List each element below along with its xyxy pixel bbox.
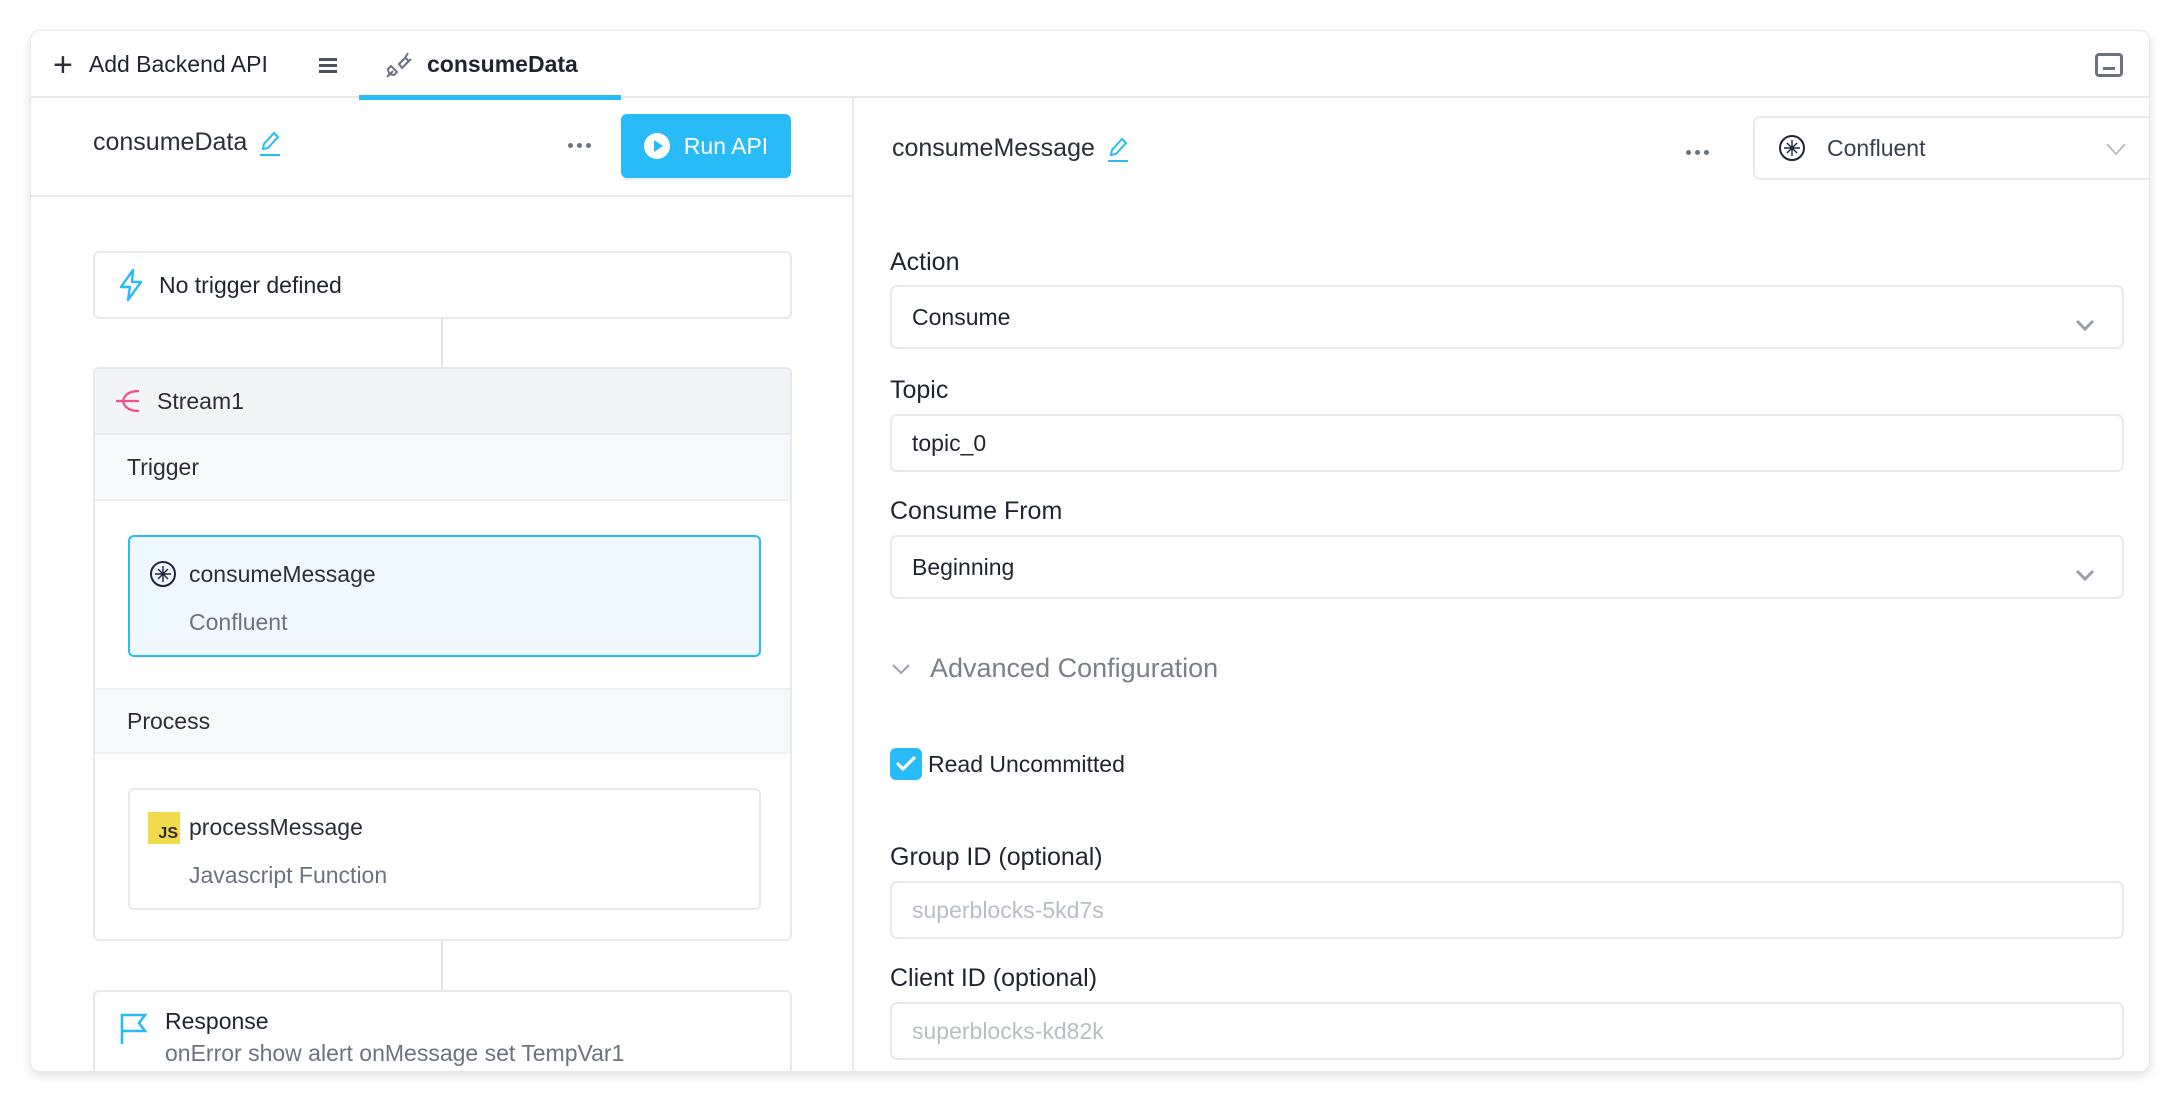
step-title: consumeMessage: [892, 134, 1131, 163]
javascript-icon: JS: [148, 812, 180, 844]
edit-name-icon[interactable]: [257, 129, 283, 157]
flow-connector: [441, 941, 443, 990]
action-label: Action: [890, 248, 960, 276]
client-id-input[interactable]: superblocks-kd82k: [890, 1002, 2124, 1060]
tab-label: consumeData: [427, 51, 578, 77]
checkmark-icon: [896, 756, 916, 771]
action-select[interactable]: Consume: [890, 285, 2124, 349]
client-id-label: Client ID (optional): [890, 964, 1098, 992]
more-options-button[interactable]: [568, 143, 591, 148]
topic-value: topic_0: [912, 429, 987, 456]
step-config-panel: consumeMessage Confluent Action Consume …: [856, 98, 2149, 1071]
lightning-icon: [117, 268, 145, 302]
read-uncommitted-row: Read Uncommitted: [890, 748, 1125, 780]
group-id-input[interactable]: superblocks-5kd7s: [890, 881, 2124, 939]
api-header: consumeData Run API: [31, 98, 852, 197]
read-uncommitted-checkbox[interactable]: [890, 748, 922, 780]
run-api-label: Run API: [683, 132, 769, 159]
advanced-configuration-toggle[interactable]: Advanced Configuration: [890, 653, 1218, 684]
minimize-panel-icon[interactable]: [2095, 53, 2123, 77]
step-type: Confluent: [189, 609, 288, 635]
response-block[interactable]: Response onError show alert onMessage se…: [93, 990, 792, 1071]
group-id-placeholder: superblocks-5kd7s: [912, 896, 1104, 923]
plug-icon: [383, 50, 413, 80]
play-icon: [643, 133, 670, 159]
stream-icon: [113, 386, 143, 416]
run-api-button[interactable]: Run API: [621, 114, 791, 178]
add-backend-api-button[interactable]: + Add Backend API: [53, 31, 268, 98]
process-section-label: Process: [127, 707, 211, 734]
group-id-label: Group ID (optional): [890, 843, 1103, 871]
flag-icon: [119, 1012, 149, 1051]
stream-name: Stream1: [157, 387, 244, 414]
more-options-button[interactable]: [1686, 150, 1709, 155]
trigger-text: No trigger defined: [159, 271, 342, 298]
api-title: consumeData: [93, 128, 283, 157]
process-message-step[interactable]: JS processMessage Javascript Function: [128, 788, 761, 910]
confluent-icon: [148, 559, 178, 594]
hamburger-icon: [319, 57, 337, 73]
response-title: Response: [165, 1008, 269, 1034]
integration-value: Confluent: [1827, 134, 1926, 161]
trigger-section-label: Trigger: [127, 453, 199, 480]
chevron-down-icon: [890, 662, 912, 676]
confluent-icon: [1777, 133, 1807, 163]
process-section-header: Process: [95, 688, 790, 754]
tab-consume-data[interactable]: consumeData: [359, 31, 621, 100]
topic-label: Topic: [890, 376, 949, 404]
flow-connector: [441, 319, 443, 367]
step-config-name: consumeMessage: [892, 134, 1095, 162]
client-id-placeholder: superblocks-kd82k: [912, 1017, 1104, 1044]
consume-from-label: Consume From: [890, 497, 1063, 525]
consume-from-select[interactable]: Beginning: [890, 535, 2124, 599]
menu-button[interactable]: [317, 31, 339, 98]
response-detail: onError show alert onMessage set TempVar…: [165, 1040, 625, 1066]
consume-message-step[interactable]: consumeMessage Confluent: [128, 535, 761, 657]
read-uncommitted-label: Read Uncommitted: [928, 750, 1125, 777]
plus-icon: +: [53, 45, 73, 84]
chevron-down-icon: [2105, 138, 2127, 165]
chevron-down-icon: [2074, 311, 2096, 338]
stream-header: Stream1: [95, 369, 790, 435]
tab-bar: + Add Backend API consumeData: [31, 31, 2149, 100]
api-flow-panel: consumeData Run API No trigger defined S…: [31, 98, 854, 1071]
trigger-block[interactable]: No trigger defined: [93, 251, 792, 319]
api-name: consumeData: [93, 128, 248, 156]
stream-block[interactable]: Stream1 Trigger consumeMessage Confluent…: [93, 367, 792, 941]
step-type: Javascript Function: [189, 862, 388, 888]
integration-select[interactable]: Confluent: [1753, 116, 2149, 180]
edit-name-icon[interactable]: [1105, 135, 1131, 163]
step-name: processMessage: [189, 814, 363, 840]
topic-input[interactable]: topic_0: [890, 414, 2124, 472]
api-editor-window: + Add Backend API consumeData consumeDat…: [30, 30, 2150, 1072]
trigger-section-header: Trigger: [95, 435, 790, 501]
advanced-configuration-label: Advanced Configuration: [930, 653, 1219, 683]
consume-from-value: Beginning: [912, 553, 1015, 580]
chevron-down-icon: [2074, 561, 2096, 588]
step-name: consumeMessage: [189, 561, 376, 587]
add-backend-api-label: Add Backend API: [88, 51, 268, 77]
action-value: Consume: [912, 303, 1011, 330]
